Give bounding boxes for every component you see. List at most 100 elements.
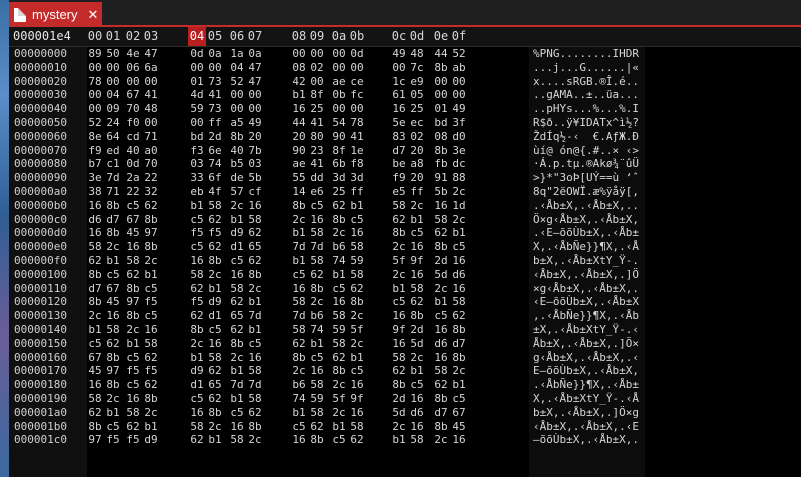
ascii-row[interactable]: ‹Åb±X,.‹Åb±X,.‹E: [529, 420, 645, 434]
hex-byte[interactable]: 00: [330, 47, 348, 61]
hex-byte[interactable]: 62: [188, 309, 206, 323]
hex-byte[interactable]: c5: [228, 406, 246, 420]
hex-byte[interactable]: c5: [124, 378, 142, 392]
hex-byte[interactable]: 5b: [246, 171, 264, 185]
hex-byte[interactable]: 8b: [348, 295, 366, 309]
hex-byte[interactable]: d9: [188, 364, 206, 378]
hex-byte[interactable]: c5: [124, 199, 142, 213]
hex-byte[interactable]: 5f: [390, 254, 408, 268]
hex-byte[interactable]: 00: [246, 88, 264, 102]
hex-byte[interactable]: 70: [124, 102, 142, 116]
hex-byte[interactable]: 16: [330, 295, 348, 309]
hex-byte[interactable]: f5: [188, 226, 206, 240]
hex-byte[interactable]: 41: [308, 116, 326, 130]
hex-byte[interactable]: cd: [124, 130, 142, 144]
hex-byte[interactable]: d7: [390, 144, 408, 158]
hex-byte[interactable]: 58: [290, 295, 308, 309]
hex-byte[interactable]: 20: [246, 130, 264, 144]
hex-byte[interactable]: 2d: [390, 392, 408, 406]
hex-byte[interactable]: 47: [142, 47, 160, 61]
hex-byte[interactable]: 00: [432, 88, 450, 102]
hex-byte[interactable]: b1: [348, 199, 366, 213]
hex-byte[interactable]: b1: [290, 88, 308, 102]
hex-byte[interactable]: d6: [408, 406, 426, 420]
ascii-row[interactable]: .‹Åb±X,.‹Åb±X,..: [529, 199, 645, 213]
hex-byte[interactable]: 97: [124, 295, 142, 309]
hex-byte[interactable]: 2c: [330, 226, 348, 240]
hex-byte[interactable]: 20: [408, 144, 426, 158]
hex-byte[interactable]: 2c: [432, 282, 450, 296]
hex-byte[interactable]: 16: [228, 420, 246, 434]
hex-byte[interactable]: 89: [86, 47, 104, 61]
hex-byte[interactable]: 00: [290, 47, 308, 61]
hex-byte[interactable]: 5e: [390, 116, 408, 130]
hex-byte[interactable]: 00: [86, 88, 104, 102]
hex-byte[interactable]: 58: [432, 364, 450, 378]
hex-byte[interactable]: 16: [188, 254, 206, 268]
hex-byte[interactable]: 16: [290, 433, 308, 447]
hex-byte[interactable]: 24: [104, 116, 122, 130]
hex-byte[interactable]: ae: [330, 75, 348, 89]
hex-byte[interactable]: 00: [308, 75, 326, 89]
hex-byte[interactable]: fc: [348, 88, 366, 102]
hex-byte[interactable]: 58: [308, 226, 326, 240]
hex-byte[interactable]: 16: [450, 433, 468, 447]
hex-byte[interactable]: 00: [450, 75, 468, 89]
hex-byte[interactable]: 8b: [432, 144, 450, 158]
hex-byte[interactable]: 7d: [246, 378, 264, 392]
hex-byte[interactable]: 00: [142, 75, 160, 89]
hex-byte[interactable]: 1a: [228, 47, 246, 61]
hex-byte[interactable]: c5: [330, 433, 348, 447]
hex-byte[interactable]: 65: [246, 240, 264, 254]
hex-byte[interactable]: 73: [206, 75, 224, 89]
hex-byte[interactable]: b1: [188, 199, 206, 213]
hex-byte[interactable]: 16: [408, 420, 426, 434]
hex-byte[interactable]: 2c: [330, 406, 348, 420]
ascii-row[interactable]: E—õõÙb±X,.‹Åb±X,: [529, 364, 645, 378]
hex-byte[interactable]: 00: [142, 116, 160, 130]
hex-byte[interactable]: 00: [330, 102, 348, 116]
hex-byte[interactable]: d7: [104, 213, 122, 227]
hex-byte[interactable]: 7d: [246, 309, 264, 323]
hex-byte[interactable]: 62: [246, 406, 264, 420]
hex-byte[interactable]: 3e: [450, 144, 468, 158]
hex-byte[interactable]: 16: [290, 102, 308, 116]
hex-byte[interactable]: 58: [246, 364, 264, 378]
hex-byte[interactable]: 16: [142, 323, 160, 337]
hex-byte[interactable]: 16: [206, 337, 224, 351]
hex-byte[interactable]: 08: [432, 130, 450, 144]
hex-byte[interactable]: f3: [188, 144, 206, 158]
hex-byte[interactable]: 62: [86, 406, 104, 420]
hex-byte[interactable]: 5f: [330, 392, 348, 406]
hex-byte[interactable]: 00: [104, 75, 122, 89]
hex-byte[interactable]: c5: [188, 392, 206, 406]
hex-byte[interactable]: 58: [188, 420, 206, 434]
ascii-row[interactable]: ±X,.‹Åb±XtY_Ÿ-.‹: [529, 323, 645, 337]
hex-byte[interactable]: 78: [86, 75, 104, 89]
hex-byte[interactable]: b1: [206, 282, 224, 296]
ascii-row[interactable]: g‹Åb±X,.‹Åb±X,.‹: [529, 351, 645, 365]
hex-byte[interactable]: 62: [124, 420, 142, 434]
hex-byte[interactable]: 8b: [432, 392, 450, 406]
close-icon[interactable]: ✕: [84, 7, 102, 23]
hex-byte[interactable]: 7d: [290, 240, 308, 254]
hex-byte[interactable]: 2c: [142, 406, 160, 420]
hex-byte[interactable]: d9: [206, 295, 224, 309]
hex-byte[interactable]: 2c: [124, 323, 142, 337]
hex-byte[interactable]: 47: [246, 61, 264, 75]
hex-byte[interactable]: 6a: [142, 61, 160, 75]
hex-byte[interactable]: d6: [432, 337, 450, 351]
hex-byte[interactable]: f9: [390, 171, 408, 185]
hex-byte[interactable]: 2c: [246, 433, 264, 447]
hex-byte[interactable]: 7d: [104, 171, 122, 185]
hex-byte[interactable]: 16: [432, 351, 450, 365]
hex-byte[interactable]: c5: [348, 213, 366, 227]
hex-byte[interactable]: 00: [246, 102, 264, 116]
hex-byte[interactable]: 8b: [104, 378, 122, 392]
hex-byte[interactable]: 04: [104, 88, 122, 102]
hex-byte[interactable]: 62: [290, 337, 308, 351]
hex-byte[interactable]: 58: [206, 199, 224, 213]
hex-byte[interactable]: dc: [450, 157, 468, 171]
hex-byte[interactable]: 16: [86, 199, 104, 213]
ascii-row[interactable]: R$ð..ÿ¥IDATx^ì½?: [529, 116, 645, 130]
